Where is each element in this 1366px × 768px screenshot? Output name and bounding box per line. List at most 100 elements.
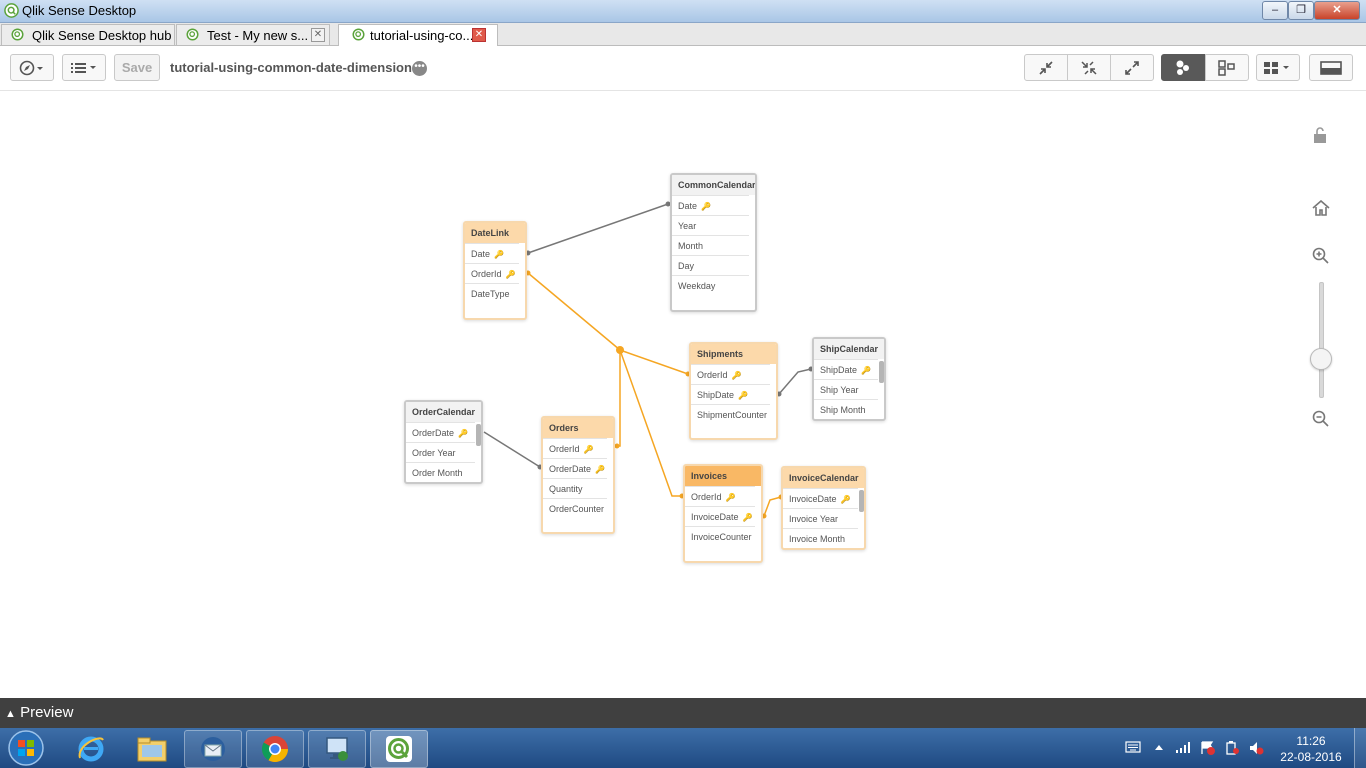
compass-icon <box>19 60 43 75</box>
table-scrollbar[interactable] <box>879 361 884 383</box>
keyboard-icon[interactable] <box>1125 741 1141 753</box>
table-header[interactable]: InvoiceCalendar <box>783 468 864 488</box>
field-row[interactable]: OrderDate 🔑 <box>543 458 607 478</box>
field-row[interactable]: InvoiceDate 🔑 <box>685 506 755 526</box>
field-row[interactable]: Month <box>672 235 749 255</box>
window-title: Qlik Sense Desktop <box>22 3 137 18</box>
table-invoices[interactable]: Invoices OrderId 🔑 InvoiceDate 🔑 InvoiceCount… <box>683 464 763 563</box>
field-name: OrderId <box>691 492 722 502</box>
key-icon: 🔑 <box>861 366 871 375</box>
table-header[interactable]: Shipments <box>691 344 776 364</box>
action-center-icon[interactable] <box>1200 740 1216 756</box>
field-row[interactable]: Ship Year <box>814 379 878 399</box>
field-row[interactable]: Order Month <box>406 462 475 482</box>
show-linked-fields-button[interactable] <box>1067 54 1111 81</box>
field-row[interactable]: OrderId 🔑 <box>691 364 770 384</box>
show-hidden-icons-icon[interactable] <box>1154 743 1164 751</box>
key-icon: 🔑 <box>458 429 468 438</box>
field-row[interactable]: ShipmentCounter <box>691 404 770 424</box>
power-icon[interactable] <box>1224 740 1240 756</box>
field-row[interactable]: Date 🔑 <box>672 195 749 215</box>
taskbar-thunderbird[interactable] <box>184 730 242 768</box>
taskbar-qlik-sense[interactable] <box>370 730 428 768</box>
source-table-view-button[interactable] <box>1205 54 1249 81</box>
table-header[interactable]: OrderCalendar <box>406 402 481 422</box>
save-button[interactable]: Save <box>114 54 160 81</box>
lock-icon[interactable] <box>1312 126 1328 144</box>
field-row[interactable]: OrderCounter <box>543 498 607 518</box>
field-row[interactable]: Day <box>672 255 749 275</box>
field-row[interactable]: ShipDate 🔑 <box>691 384 770 404</box>
table-datelink[interactable]: DateLink Date 🔑 OrderId 🔑 DateType <box>463 221 527 320</box>
tab-test[interactable]: Test - My new s... ✕ <box>176 24 330 45</box>
field-row[interactable]: OrderDate 🔑 <box>406 422 475 442</box>
tab-close-icon[interactable]: ✕ <box>311 28 325 42</box>
field-name: Date <box>471 249 491 259</box>
table-scrollbar[interactable] <box>476 424 481 446</box>
table-header[interactable]: Invoices <box>685 466 761 486</box>
table-commoncalendar[interactable]: CommonCalendar Date 🔑 Year Month Day Weekday <box>670 173 757 312</box>
taskbar-chrome[interactable] <box>246 730 304 768</box>
tab-close-icon[interactable]: ✕ <box>472 28 486 42</box>
table-header[interactable]: ShipCalendar <box>814 339 884 359</box>
table-ordercalendar[interactable]: OrderCalendar OrderDate 🔑 Order Year Order M… <box>404 400 483 484</box>
volume-muted-icon[interactable] <box>1248 740 1264 756</box>
expand-all-button[interactable] <box>1110 54 1154 81</box>
global-menu-button[interactable] <box>62 54 106 81</box>
field-row[interactable]: InvoiceDate 🔑 <box>783 488 858 508</box>
show-desktop-button[interactable] <box>1354 728 1366 768</box>
preview-toggle-bar[interactable]: ▲ Preview <box>0 698 1366 728</box>
signal-icon[interactable] <box>1175 740 1191 754</box>
field-row[interactable]: Date 🔑 <box>465 243 519 263</box>
collapse-all-button[interactable] <box>1024 54 1068 81</box>
toggle-preview-button[interactable] <box>1309 54 1353 81</box>
taskbar-remote-desktop[interactable] <box>308 730 366 768</box>
table-scrollbar[interactable] <box>859 490 864 512</box>
field-row[interactable]: DateType <box>465 283 519 303</box>
panel-icon <box>1320 60 1342 75</box>
field-row[interactable]: InvoiceCounter <box>685 526 755 546</box>
zoom-in-icon[interactable] <box>1312 247 1330 265</box>
table-shipments[interactable]: Shipments OrderId 🔑 ShipDate 🔑 ShipmentCounte… <box>689 342 778 440</box>
field-row[interactable]: OrderId 🔑 <box>465 263 519 283</box>
field-row[interactable]: Order Year <box>406 442 475 462</box>
table-header[interactable]: Orders <box>543 418 613 438</box>
table-orders[interactable]: Orders OrderId 🔑 OrderDate 🔑 Quantity OrderCou… <box>541 416 615 534</box>
internal-table-view-button[interactable] <box>1161 54 1205 81</box>
table-header[interactable]: CommonCalendar <box>672 175 755 195</box>
home-icon[interactable] <box>1312 200 1330 216</box>
app-title: tutorial-using-common-date-dimensions <box>170 60 420 75</box>
field-row[interactable]: OrderId 🔑 <box>685 486 755 506</box>
field-row[interactable]: Invoice Year <box>783 508 858 528</box>
taskbar-internet-explorer[interactable] <box>62 730 120 768</box>
zoom-slider-handle[interactable] <box>1310 348 1332 370</box>
taskbar-file-explorer[interactable] <box>123 730 181 768</box>
field-name: Quantity <box>549 484 583 494</box>
zoom-out-icon[interactable] <box>1312 410 1330 428</box>
field-row[interactable]: ShipDate 🔑 <box>814 359 878 379</box>
field-name: Month <box>678 241 704 251</box>
more-options-icon[interactable]: ••• <box>412 61 427 76</box>
window-close-button[interactable]: ✕ <box>1314 1 1360 20</box>
field-row[interactable]: Year <box>672 215 749 235</box>
field-row[interactable]: Invoice Month <box>783 528 858 548</box>
folder-icon <box>137 737 167 762</box>
navigation-menu-button[interactable] <box>10 54 54 81</box>
field-row[interactable]: Weekday <box>672 275 749 295</box>
table-shipcalendar[interactable]: ShipCalendar ShipDate 🔑 Ship Year Ship Month <box>812 337 886 421</box>
layout-menu-button[interactable] <box>1256 54 1300 81</box>
field-row[interactable]: Ship Month <box>814 399 878 419</box>
start-button[interactable] <box>6 729 46 767</box>
field-name: Ship Month <box>820 405 866 415</box>
table-invoicecalendar[interactable]: InvoiceCalendar InvoiceDate 🔑 Invoice Year I… <box>781 466 866 550</box>
field-row[interactable]: Quantity <box>543 478 607 498</box>
field-row[interactable]: OrderId 🔑 <box>543 438 607 458</box>
restore-button[interactable]: ❐ <box>1288 1 1314 20</box>
tab-tutorial[interactable]: tutorial-using-co... ✕ <box>338 24 498 47</box>
table-header[interactable]: DateLink <box>465 223 525 243</box>
zoom-slider-track[interactable] <box>1319 282 1324 398</box>
tab-hub[interactable]: Qlik Sense Desktop hub <box>1 24 175 45</box>
minimize-button[interactable]: – <box>1262 1 1288 20</box>
expand-icon <box>1125 60 1139 75</box>
taskbar-clock[interactable]: 11:26 22-08-2016 <box>1276 733 1346 765</box>
